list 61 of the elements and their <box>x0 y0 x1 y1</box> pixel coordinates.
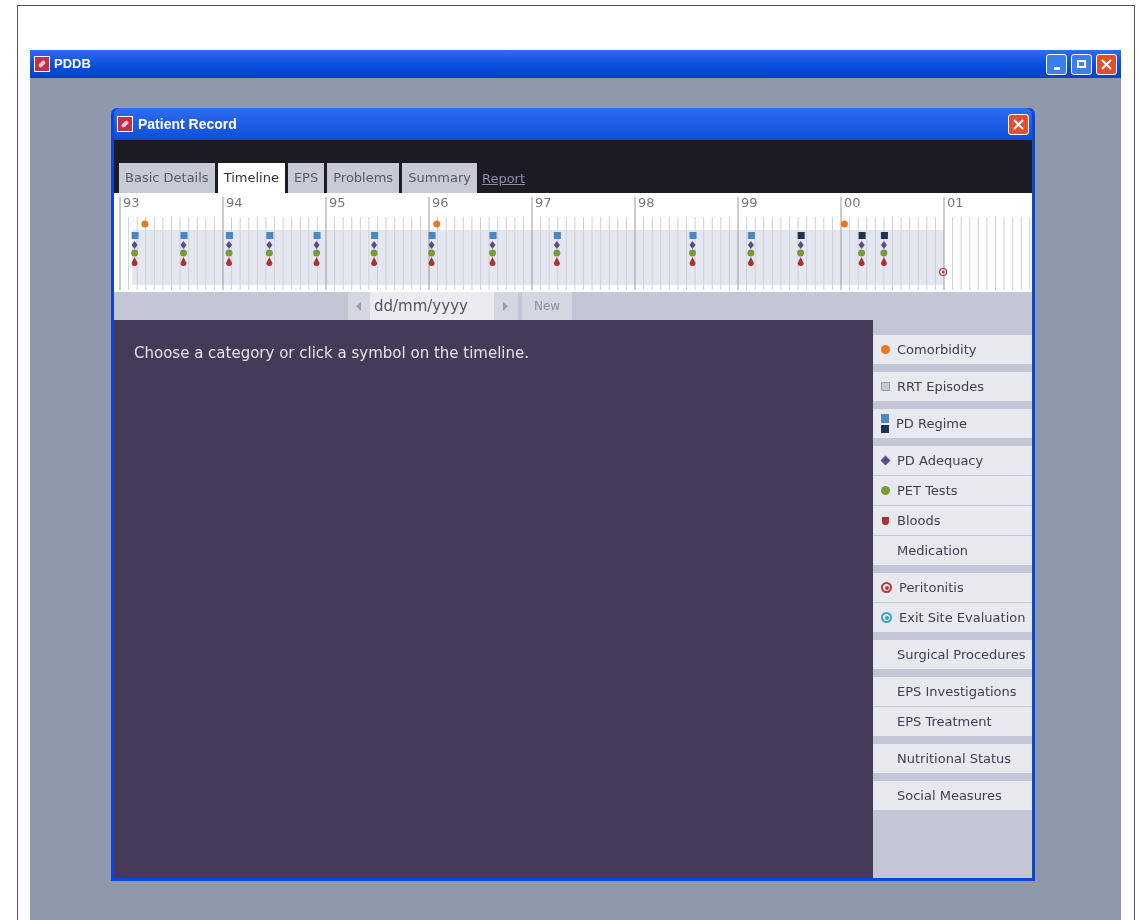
category-button[interactable]: Comorbidity <box>873 335 1032 364</box>
category-button[interactable]: Peritonitis <box>873 573 1032 602</box>
year-label: 95 <box>329 196 346 209</box>
year-label: 99 <box>741 196 758 209</box>
year-label: 98 <box>638 196 655 209</box>
category-button[interactable]: PD Regime <box>873 409 1032 438</box>
visit-marker-icon[interactable] <box>180 232 188 266</box>
tab[interactable]: Problems <box>327 163 400 193</box>
category-button[interactable]: RRT Episodes <box>873 372 1032 401</box>
tab[interactable]: Summary <box>402 163 477 193</box>
visit-marker-icon[interactable] <box>489 232 497 266</box>
visit-marker-icon[interactable] <box>265 232 274 266</box>
year-label: 94 <box>226 196 243 209</box>
category-button[interactable]: Nutritional Status <box>873 744 1032 773</box>
app-icon <box>34 56 50 72</box>
peritonitis-ring-icon[interactable] <box>939 267 948 277</box>
report-link[interactable]: Report <box>481 169 526 193</box>
category-button[interactable]: Medication <box>873 536 1032 565</box>
comorbidity-dot-icon[interactable] <box>433 220 441 228</box>
category-button[interactable]: Exit Site Evaluation <box>873 603 1032 632</box>
year-label: 97 <box>535 196 552 209</box>
visit-marker-icon[interactable] <box>553 232 561 266</box>
minimize-button[interactable] <box>1046 53 1067 75</box>
right-arrow-icon <box>503 301 509 311</box>
comorbidity-dot-icon[interactable] <box>840 220 848 228</box>
category-button[interactable]: Surgical Procedures <box>873 640 1032 669</box>
visit-marker-icon[interactable] <box>689 232 697 266</box>
year-label: 96 <box>432 196 449 209</box>
close-icon <box>1013 118 1024 130</box>
close-button[interactable] <box>1008 113 1029 135</box>
date-field[interactable]: dd/mm/yyyy <box>370 292 494 320</box>
year-label: 00 <box>844 196 861 209</box>
visit-marker-icon[interactable] <box>797 232 805 266</box>
visit-marker-icon[interactable] <box>313 232 321 266</box>
visit-marker-icon[interactable] <box>225 232 233 266</box>
instruction-text: Choose a category or click a symbol on the timeline. <box>134 343 531 364</box>
window-title: Patient Record <box>138 114 237 134</box>
window-title: PDDB <box>54 55 91 74</box>
tab[interactable]: Basic Details <box>119 163 215 193</box>
visit-marker-icon[interactable] <box>747 232 755 266</box>
tab[interactable]: EPS <box>287 163 325 193</box>
app-icon <box>117 116 133 132</box>
visit-marker-icon[interactable] <box>370 232 379 266</box>
comorbidity-dot-icon[interactable] <box>141 220 149 228</box>
tab[interactable]: Timeline <box>217 163 285 193</box>
year-label: 01 <box>947 196 964 209</box>
visit-marker-icon[interactable] <box>880 232 888 266</box>
category-button[interactable]: EPS Treatment <box>873 707 1032 736</box>
visit-marker-icon[interactable] <box>131 232 139 266</box>
category-button[interactable]: Social Measures <box>873 781 1032 810</box>
visit-marker-icon[interactable] <box>428 232 436 266</box>
category-button[interactable]: PD Adequacy <box>873 446 1032 475</box>
category-button[interactable]: PET Tests <box>873 476 1032 505</box>
visit-marker-icon[interactable] <box>858 232 866 266</box>
close-button[interactable] <box>1096 53 1117 75</box>
category-button[interactable]: EPS Investigations <box>873 677 1032 706</box>
category-button[interactable]: Bloods <box>873 506 1032 535</box>
left-arrow-icon <box>356 301 362 311</box>
restore-button[interactable] <box>1071 53 1092 75</box>
close-icon <box>1101 58 1112 70</box>
year-label: 93 <box>123 196 140 209</box>
